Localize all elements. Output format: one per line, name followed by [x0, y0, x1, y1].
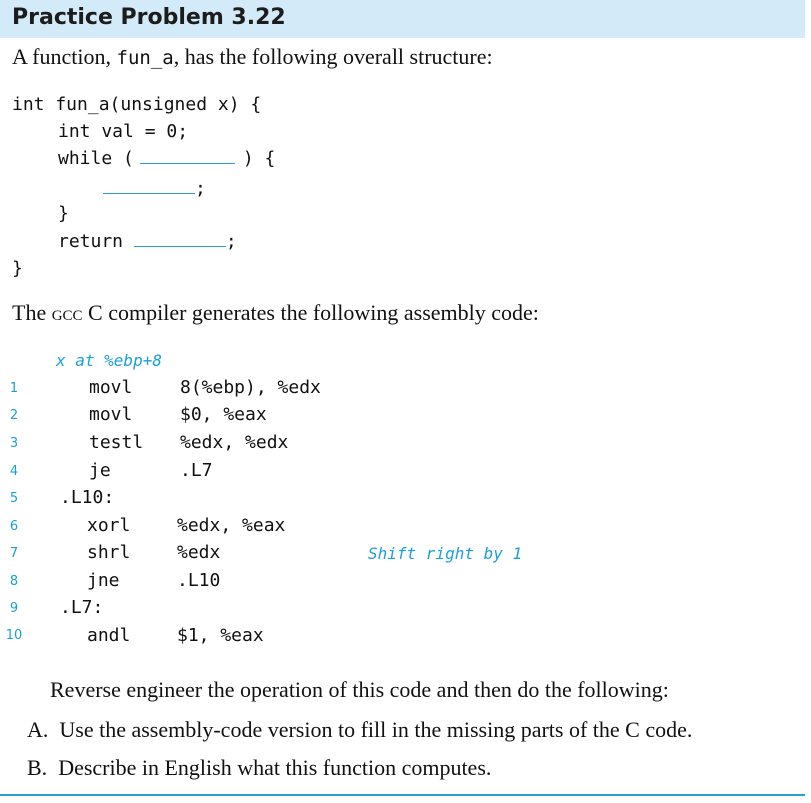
instruction-item-b: B. Describe in English what this functio…: [27, 755, 491, 781]
asm-args: .L7: [180, 460, 213, 481]
intro-function-name: fun_a: [116, 47, 174, 69]
c-line-function-end: }: [12, 258, 23, 279]
asm-line-number: 2: [9, 408, 19, 423]
gcc-suffix: C compiler generates the following assem…: [82, 300, 539, 325]
asm-op: testl: [89, 432, 144, 453]
item-text: Describe in English what this function c…: [58, 755, 492, 780]
gcc-name: gcc: [51, 300, 83, 325]
asm-line-number: 7: [9, 546, 19, 561]
c-return-semicolon: ;: [225, 231, 237, 252]
asm-line-number: 10: [5, 628, 23, 643]
asm-args: $1, %eax: [177, 625, 264, 646]
item-letter: B.: [27, 755, 48, 780]
problem-title: Practice Problem 3.22: [12, 5, 286, 30]
asm-args: .L10: [177, 570, 221, 591]
asm-label: .L10:: [60, 487, 115, 508]
instructions-lead: Reverse engineer the operation of this c…: [50, 677, 669, 702]
while-condition-blank: [139, 162, 235, 164]
c-while-close: ) {: [242, 148, 276, 169]
c-line-val-init: int val = 0;: [58, 121, 189, 142]
asm-args: $0, %eax: [180, 404, 267, 425]
asm-args: %edx: [177, 542, 221, 563]
asm-comment: Shift right by 1: [368, 544, 523, 563]
asm-args: %edx, %edx: [180, 432, 289, 453]
asm-line-number: 8: [9, 574, 19, 589]
intro-text: A function, fun_a, has the following ove…: [12, 44, 493, 70]
asm-args: 8(%ebp), %edx: [180, 377, 321, 398]
asm-line-number: 4: [9, 464, 19, 479]
c-line-return: return ;: [58, 231, 237, 252]
asm-args: %edx, %eax: [177, 515, 286, 536]
intro-suffix: , has the following overall structure:: [173, 44, 493, 69]
c-body-semicolon: ;: [195, 178, 206, 199]
asm-op: jne: [87, 570, 120, 591]
asm-op: je: [89, 460, 111, 481]
return-value-blank: [133, 245, 226, 247]
asm-line-number: 9: [9, 601, 19, 616]
item-letter: A.: [27, 717, 49, 742]
gcc-prefix: The: [12, 300, 52, 325]
asm-op: movl: [89, 377, 133, 398]
item-text: Use the assembly-code version to fill in…: [59, 717, 693, 742]
c-while-open: while (: [58, 148, 134, 169]
c-line-loop-body: ;: [103, 178, 206, 199]
asm-op: movl: [89, 404, 133, 425]
c-return-keyword: return: [58, 231, 124, 252]
asm-header-annotation: x at %ebp+8: [56, 351, 162, 370]
intro-prefix: A function,: [12, 44, 117, 69]
asm-label: .L7:: [60, 597, 104, 618]
asm-line-number: 5: [9, 491, 19, 506]
gcc-intro-text: The gcc C compiler generates the followi…: [12, 300, 539, 326]
asm-op: shrl: [87, 542, 131, 563]
asm-op: xorl: [87, 515, 131, 536]
c-line-while-end: }: [58, 203, 69, 224]
asm-line-number: 1: [9, 381, 19, 396]
instruction-item-a: A. Use the assembly-code version to fill…: [27, 717, 692, 743]
c-line-signature: int fun_a(unsigned x) {: [12, 94, 262, 115]
c-line-while: while ( ) {: [58, 148, 275, 169]
asm-line-number: 6: [9, 519, 19, 534]
loop-body-blank: [103, 192, 195, 194]
asm-line-number: 3: [9, 436, 19, 451]
bottom-rule: [0, 794, 805, 796]
asm-op: andl: [87, 625, 131, 646]
